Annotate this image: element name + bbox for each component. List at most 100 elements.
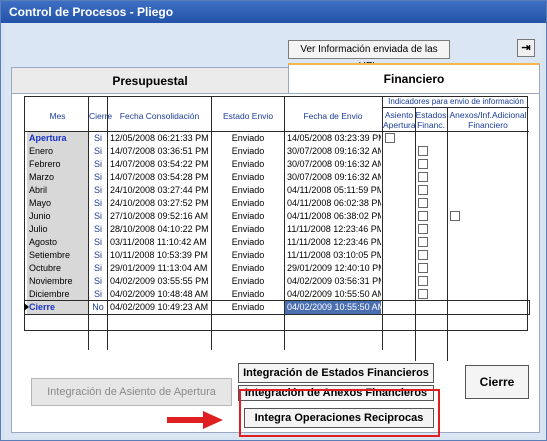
- cell-fecha-envio: 30/07/2008 09:16:32 AM: [287, 172, 381, 182]
- cell-mes: Agosto: [27, 236, 88, 249]
- cell-fecha-envio: 11/11/2008 03:10:05 PM: [287, 250, 381, 260]
- cell-estado-envio: Enviado: [231, 276, 265, 286]
- estados-checkbox[interactable]: [418, 289, 428, 299]
- table-row[interactable]: Marzo Si 14/07/2008 03:54:28 PM Enviado 30/0…: [25, 171, 529, 184]
- table-row[interactable]: Diciembre Si 04/02/2009 10:48:48 AM Enviado…: [25, 288, 529, 301]
- table-row[interactable]: Setiembre Si 10/11/2008 10:53:39 PM Enviado…: [25, 249, 529, 262]
- cell-estado-envio: Enviado: [231, 237, 265, 247]
- cell-estado-envio: Enviado: [231, 250, 265, 260]
- row-selector-icon: [24, 303, 29, 311]
- estados-checkbox[interactable]: [418, 224, 428, 234]
- cell-fecha-consolidacion: 14/07/2008 03:54:28 PM: [110, 172, 209, 182]
- exit-door-icon[interactable]: ⇥: [517, 39, 535, 57]
- estados-checkbox[interactable]: [418, 172, 428, 182]
- cell-cierre: Si: [93, 211, 102, 221]
- cell-mes: Julio: [27, 223, 88, 236]
- cell-fecha-envio: 04/02/2009 10:55:50 AM: [285, 301, 381, 314]
- cell-mes: Diciembre: [27, 288, 88, 301]
- cell-estado-envio: Enviado: [231, 159, 265, 169]
- table-row[interactable]: Apertura Si 12/05/2008 06:21:33 PM Enviado 1…: [25, 132, 529, 145]
- cell-fecha-consolidacion: 29/01/2009 11:13:04 AM: [110, 263, 208, 273]
- table-row[interactable]: Julio Si 28/10/2008 04:10:22 PM Enviado 11/1…: [25, 223, 529, 236]
- cell-fecha-envio: 11/11/2008 12:23:46 PM: [287, 237, 381, 247]
- estados-checkbox[interactable]: [418, 185, 428, 195]
- cell-fecha-consolidacion: 04/02/2009 03:55:55 PM: [110, 276, 209, 286]
- cell-fecha-envio: 04/11/2008 06:02:38 PM: [287, 198, 381, 208]
- integracion-asiento-apertura-button[interactable]: Integración de Asiento de Apertura: [31, 378, 232, 406]
- cell-estado-envio: Enviado: [231, 146, 265, 156]
- estados-checkbox[interactable]: [418, 146, 428, 156]
- table-row[interactable]: Agosto Si 03/11/2008 11:10:42 AM Enviado 11/…: [25, 236, 529, 249]
- cell-mes: Cierre: [27, 301, 88, 314]
- cell-estado-envio: Enviado: [231, 302, 265, 312]
- cell-mes: Setiembre: [27, 249, 88, 262]
- cell-mes: Enero: [27, 145, 88, 158]
- estados-checkbox[interactable]: [418, 263, 428, 273]
- table-row[interactable]: Mayo Si 24/10/2008 03:27:52 PM Enviado 04/11…: [25, 197, 529, 210]
- cell-fecha-consolidacion: 10/11/2008 10:53:39 PM: [110, 250, 208, 260]
- cell-cierre: No: [92, 302, 104, 312]
- cell-cierre: Si: [93, 263, 102, 273]
- cell-fecha-consolidacion: 24/10/2008 03:27:44 PM: [110, 185, 209, 195]
- cell-fecha-consolidacion: 04/02/2009 10:49:23 AM: [110, 302, 209, 312]
- cell-mes: Junio: [27, 210, 88, 223]
- cell-cierre: Si: [93, 237, 102, 247]
- table-row[interactable]: Cierre No 04/02/2009 10:49:23 AM Enviado 04/…: [24, 300, 530, 315]
- col-mes: Mes: [49, 111, 66, 121]
- tab-presupuestal[interactable]: Presupuestal: [11, 67, 289, 93]
- estados-checkbox[interactable]: [418, 237, 428, 247]
- cell-cierre: Si: [93, 250, 102, 260]
- cell-estado-envio: Enviado: [231, 185, 265, 195]
- cell-cierre: Si: [93, 198, 102, 208]
- table-row[interactable]: Junio Si 27/10/2008 09:52:16 AM Enviado 04/1…: [25, 210, 529, 223]
- cell-fecha-envio: 30/07/2008 09:16:32 AM: [287, 146, 381, 156]
- cell-mes: Noviembre: [27, 275, 88, 288]
- cell-cierre: Si: [93, 133, 102, 143]
- red-arrow-icon: [167, 411, 223, 429]
- col-estados-financ: Estados Financ.: [415, 110, 447, 130]
- indicadores-header: Indicadores para envio de información: [383, 97, 529, 108]
- estados-checkbox[interactable]: [418, 211, 428, 221]
- cell-mes: Abril: [27, 184, 88, 197]
- cell-fecha-consolidacion: 03/11/2008 11:10:42 AM: [110, 237, 207, 247]
- cell-fecha-envio: 11/11/2008 12:23:46 PM: [287, 224, 381, 234]
- table-row[interactable]: Febrero Si 14/07/2008 03:54:22 PM Enviado 30…: [25, 158, 529, 171]
- cell-estado-envio: Enviado: [231, 133, 265, 143]
- table-row[interactable]: Noviembre Si 04/02/2009 03:55:55 PM Enviado…: [25, 275, 529, 288]
- estados-checkbox[interactable]: [418, 276, 428, 286]
- cell-fecha-consolidacion: 14/07/2008 03:36:51 PM: [110, 146, 209, 156]
- cell-fecha-consolidacion: 24/10/2008 03:27:52 PM: [110, 198, 209, 208]
- tab-financiero[interactable]: Financiero: [288, 63, 540, 93]
- integracion-estados-financieros-button[interactable]: Integración de Estados Financieros: [238, 363, 434, 383]
- cierre-button[interactable]: Cierre: [465, 365, 529, 399]
- asiento-checkbox[interactable]: [385, 133, 395, 143]
- table-row[interactable]: Octubre Si 29/01/2009 11:13:04 AM Enviado 29…: [25, 262, 529, 275]
- cell-cierre: Si: [93, 146, 102, 156]
- estados-checkbox[interactable]: [418, 159, 428, 169]
- cell-fecha-envio: 30/07/2008 09:16:32 AM: [287, 159, 381, 169]
- ver-informacion-button[interactable]: Ver Información enviada de las UE's: [288, 40, 450, 72]
- cell-fecha-envio: 14/05/2008 03:23:39 PM: [287, 133, 381, 143]
- estados-checkbox[interactable]: [418, 250, 428, 260]
- cell-fecha-consolidacion: 04/02/2009 10:48:48 AM: [110, 289, 209, 299]
- cell-estado-envio: Enviado: [231, 211, 265, 221]
- cell-estado-envio: Enviado: [231, 224, 265, 234]
- cell-cierre: Si: [93, 289, 102, 299]
- anexos-checkbox[interactable]: [450, 211, 460, 221]
- col-anexos: Anexos/Inf.Adicional Financiero: [449, 110, 527, 130]
- cell-fecha-envio: 04/02/2009 03:56:31 PM: [287, 276, 381, 286]
- col-fecha-envio: Fecha de Envio: [303, 111, 363, 121]
- estados-checkbox[interactable]: [418, 198, 428, 208]
- cell-fecha-consolidacion: 12/05/2008 06:21:33 PM: [110, 133, 209, 143]
- cell-mes: Octubre: [27, 262, 88, 275]
- integra-operaciones-reciprocas-button[interactable]: Integra Operaciones Reciprocas: [244, 408, 434, 428]
- cell-mes: Mayo: [27, 197, 88, 210]
- table-row[interactable]: Abril Si 24/10/2008 03:27:44 PM Enviado 04/1…: [25, 184, 529, 197]
- procesos-grid: Indicadores para envio de información Me…: [24, 96, 530, 361]
- cell-estado-envio: Enviado: [231, 289, 265, 299]
- cell-estado-envio: Enviado: [231, 198, 265, 208]
- cell-cierre: Si: [93, 185, 102, 195]
- cell-cierre: Si: [93, 159, 102, 169]
- table-row[interactable]: Enero Si 14/07/2008 03:36:51 PM Enviado 30/0…: [25, 145, 529, 158]
- cell-fecha-consolidacion: 27/10/2008 09:52:16 AM: [110, 211, 209, 221]
